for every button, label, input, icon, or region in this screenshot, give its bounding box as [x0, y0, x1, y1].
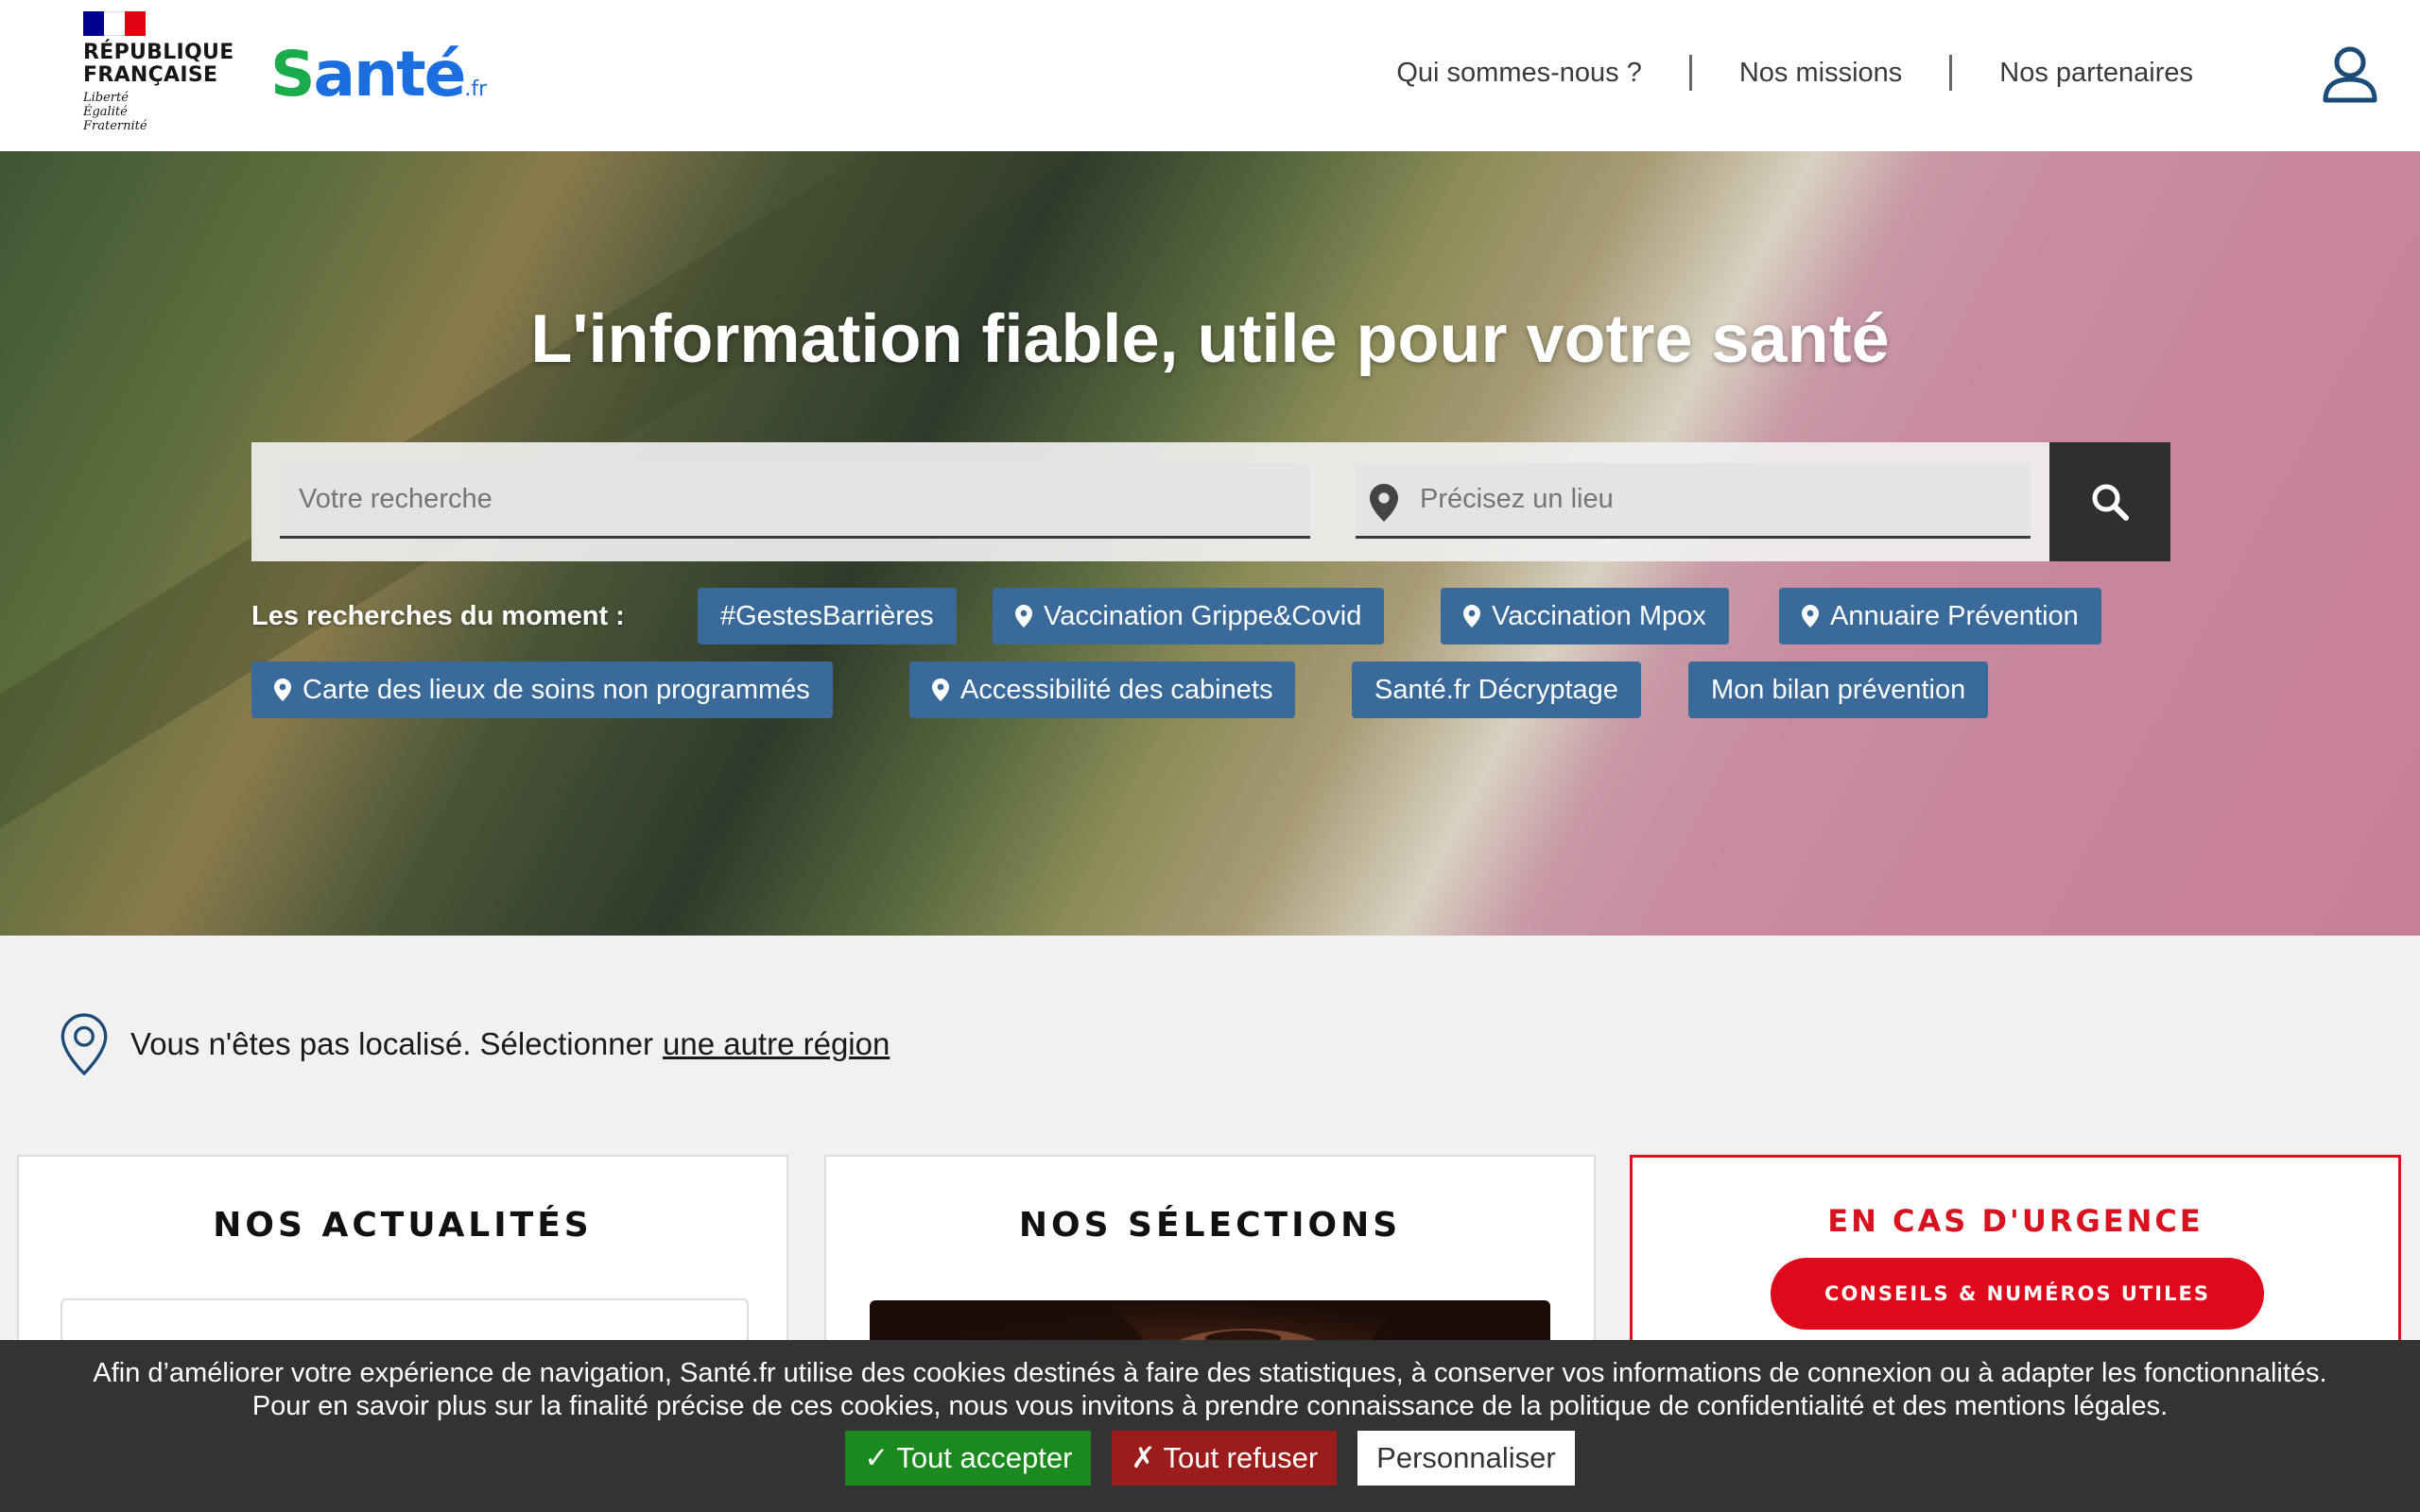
tag-label: Carte des lieux de soins non programmés — [302, 674, 810, 705]
logo-text: anté — [313, 38, 467, 111]
map-pin-icon — [1463, 605, 1480, 627]
tag-label: Vaccination Grippe&Covid — [1044, 600, 1362, 631]
urgency-advice-button[interactable]: CONSEILS & NUMÉROS UTILES — [1771, 1258, 2264, 1330]
location-input[interactable] — [1409, 463, 2023, 536]
map-pin-icon — [932, 679, 949, 701]
location-status-text: Vous n'êtes pas localisé. Sélectionner — [130, 1026, 653, 1061]
location-field[interactable] — [1356, 463, 2031, 539]
trending-label: Les recherches du moment : — [251, 601, 625, 631]
gov-line1: RÉPUBLIQUE — [83, 41, 234, 64]
tag-label: #GestesBarrières — [720, 600, 934, 631]
site-header: RÉPUBLIQUE FRANÇAISE Liberté Égalité Fra… — [0, 0, 2420, 151]
cookie-banner: Afin d’améliorer votre expérience de nav… — [0, 1340, 2420, 1512]
nav-divider — [1688, 55, 1692, 91]
tag-gestes-barrieres[interactable]: #GestesBarrières — [698, 588, 957, 644]
search-icon — [2092, 484, 2129, 521]
tag-vaccination-grippe-covid[interactable]: Vaccination Grippe&Covid — [993, 588, 1385, 644]
republique-francaise-logo[interactable]: RÉPUBLIQUE FRANÇAISE Liberté Égalité Fra… — [83, 11, 244, 144]
selections-title: NOS SÉLECTIONS — [1018, 1206, 1402, 1245]
tag-mon-bilan-prevention[interactable]: Mon bilan prévention — [1688, 662, 1989, 718]
logo-fr: .fr — [464, 77, 488, 101]
cookie-text-line2: Pour en savoir plus sur la finalité préc… — [251, 1391, 2169, 1421]
tag-carte-lieux-soins[interactable]: Carte des lieux de soins non programmés — [251, 662, 833, 718]
location-bar: Vous n'êtes pas localisé. Sélectionner u… — [60, 1013, 890, 1075]
nav-nos-partenaires[interactable]: Nos partenaires — [1999, 58, 2193, 89]
refuse-all-cookies-button[interactable]: ✗ Tout refuser — [1112, 1431, 1338, 1486]
hero-title: L'information fiable, utile pour votre s… — [530, 301, 1890, 377]
location-pin-icon — [60, 1013, 108, 1075]
tag-vaccination-mpox[interactable]: Vaccination Mpox — [1441, 588, 1729, 644]
tag-label: Vaccination Mpox — [1492, 600, 1706, 631]
select-region-link[interactable]: une autre région — [663, 1026, 890, 1062]
devise-egalite: Égalité — [83, 105, 128, 119]
cookie-buttons: ✓ Tout accepter ✗ Tout refuser Personnal… — [0, 1431, 2420, 1486]
logo-s: S — [270, 38, 316, 111]
tag-sante-decryptage[interactable]: Santé.fr Décryptage — [1352, 662, 1641, 718]
hero-banner: L'information fiable, utile pour votre s… — [0, 151, 2420, 936]
nav-nos-missions[interactable]: Nos missions — [1739, 58, 1902, 89]
search-form — [251, 442, 2170, 561]
devise-fraternite: Fraternité — [83, 119, 147, 133]
nav-qui-sommes-nous[interactable]: Qui sommes-nous ? — [1396, 58, 1642, 89]
gov-line2: FRANÇAISE — [83, 63, 218, 87]
marianne-flag-icon — [83, 11, 146, 36]
news-title: NOS ACTUALITÉS — [213, 1206, 593, 1245]
tag-label: Mon bilan prévention — [1711, 674, 1966, 705]
main-nav: Qui sommes-nous ? Nos missions Nos parte… — [1396, 55, 2193, 91]
tag-accessibilite-cabinets[interactable]: Accessibilité des cabinets — [909, 662, 1296, 718]
search-button[interactable] — [2049, 442, 2170, 561]
customize-cookies-button[interactable]: Personnaliser — [1357, 1431, 1575, 1486]
user-icon[interactable] — [2320, 43, 2380, 104]
tag-label: Santé.fr Décryptage — [1374, 674, 1618, 705]
map-pin-icon — [1015, 605, 1032, 627]
accept-all-cookies-button[interactable]: ✓ Tout accepter — [845, 1431, 1092, 1486]
map-pin-icon — [274, 679, 291, 701]
map-pin-icon — [1370, 484, 1398, 522]
tag-label: Accessibilité des cabinets — [960, 674, 1273, 705]
cookie-text-line1: Afin d’améliorer votre expérience de nav… — [93, 1358, 2327, 1388]
tag-label: Annuaire Prévention — [1830, 600, 2079, 631]
devise-liberte: Liberté — [83, 91, 129, 105]
tag-annuaire-prevention[interactable]: Annuaire Prévention — [1779, 588, 2101, 644]
urgency-title: EN CAS D'URGENCE — [1827, 1203, 2204, 1239]
search-input[interactable] — [280, 463, 1310, 539]
sante-fr-logo[interactable]: Santé.fr — [270, 38, 487, 111]
map-pin-icon — [1802, 605, 1819, 627]
nav-divider — [1949, 55, 1953, 91]
